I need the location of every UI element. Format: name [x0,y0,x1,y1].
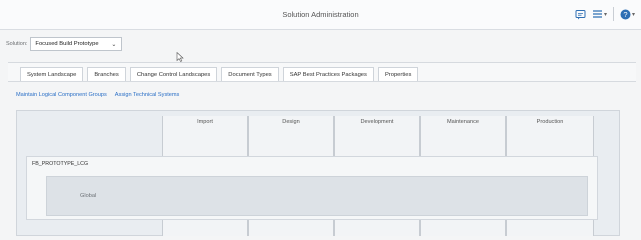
page-title: Solution Administration [282,10,359,19]
maintain-lcg-link[interactable]: Maintain Logical Component Groups [16,92,107,98]
tab-branches[interactable]: Branches [87,67,126,81]
chevron-down-icon: ⌄ [111,42,117,48]
tab-bar: System Landscape Branches Change Control… [8,62,636,82]
phase-header-production: Production [536,119,564,125]
header-divider [612,7,614,21]
system-label: Global [80,193,97,199]
shell-actions: ▾ ? ▾ [575,7,635,21]
tab-document-types[interactable]: Document Types [221,67,279,81]
tab-change-control-landscapes[interactable]: Change Control Landscapes [129,67,218,81]
solution-value: Focused Build Prototype [35,41,99,47]
tab-sap-best-practices[interactable]: SAP Best Practices Packages [282,67,374,81]
mouse-cursor-icon [176,52,184,62]
solution-dropdown[interactable]: Focused Build Prototype ⌄ [30,37,123,51]
system-box-global[interactable] [46,176,588,216]
solution-selector-row: Solution: Focused Build Prototype ⌄ [0,36,123,52]
tab-properties[interactable]: Properties [377,67,419,81]
chevron-down-icon: ▾ [603,11,607,18]
feedback-icon[interactable] [575,9,586,20]
tab-system-landscape[interactable]: System Landscape [20,67,84,81]
chevron-down-icon: ▾ [631,11,635,18]
list-menu-icon[interactable]: ▾ [592,9,607,19]
help-icon[interactable]: ? ▾ [620,9,635,20]
phase-header-design: Design [282,119,300,125]
phase-header-import: Import [197,119,213,125]
action-links: Maintain Logical Component Groups Assign… [16,92,179,98]
assign-systems-link[interactable]: Assign Technical Systems [115,92,180,98]
lcg-name: FB_PROTOTYPE_LCG [32,161,89,167]
phase-header-development: Development [360,119,394,125]
phase-header-maintenance: Maintenance [446,119,480,125]
shell-header: Solution Administration ▾ ? ▾ [0,0,641,30]
svg-text:?: ? [623,10,627,19]
solution-label: Solution: [6,41,28,47]
